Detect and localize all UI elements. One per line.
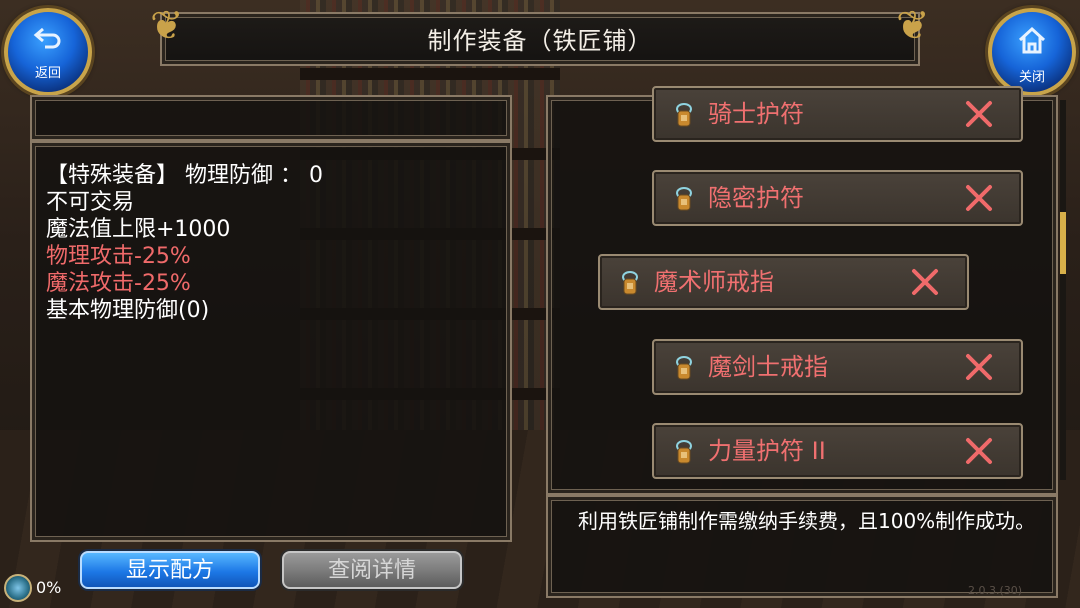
close-icon[interactable] <box>963 435 995 467</box>
ornament-left: ❦ <box>150 3 184 49</box>
recipe-name: 骑士护符 <box>708 100 804 128</box>
progress-text: 0% <box>36 578 62 597</box>
ring-icon <box>622 271 638 295</box>
ring-icon <box>676 356 692 380</box>
item-stat-line-negative: 魔法攻击-25% <box>46 271 191 296</box>
ornament-right: ❦ <box>896 3 930 49</box>
title-bar: 制作装备（铁匠铺） <box>160 12 920 66</box>
close-icon[interactable] <box>909 266 941 298</box>
amulet-icon <box>676 187 692 211</box>
version-text: 2.0.3.(30) <box>968 584 1023 597</box>
recipe-item[interactable]: 力量护符 II <box>652 423 1023 479</box>
recipe-item[interactable]: 骑士护符 <box>652 86 1023 142</box>
recipe-item-selected[interactable]: 魔术师戒指 <box>598 254 969 310</box>
recipe-scrollbar-track[interactable] <box>1060 100 1066 480</box>
close-icon[interactable] <box>963 351 995 383</box>
show-recipe-button[interactable]: 显示配方 <box>80 551 260 589</box>
item-stat-line-negative: 物理攻击-25% <box>46 244 191 269</box>
item-stat-line: 【特殊装备】 物理防御 ： 0 <box>46 163 323 188</box>
item-stat-line: 魔法值上限+1000 <box>46 217 231 242</box>
home-icon <box>992 26 1072 60</box>
amulet-icon <box>676 440 692 464</box>
close-icon[interactable] <box>963 182 995 214</box>
recipe-name: 魔术师戒指 <box>654 268 774 296</box>
progress-icon <box>4 574 32 602</box>
page-title: 制作装备（铁匠铺） <box>427 27 653 55</box>
recipe-item[interactable]: 魔剑士戒指 <box>652 339 1023 395</box>
back-arrow-icon <box>8 26 88 56</box>
info-text: 利用铁匠铺制作需缴纳手续费，且100%制作成功。 <box>578 509 1036 533</box>
recipe-scrollbar-thumb[interactable] <box>1060 212 1066 274</box>
item-stats: 【特殊装备】 物理防御 ： 0 不可交易 魔法值上限+1000 物理攻击-25%… <box>46 162 496 324</box>
close-button[interactable]: 关闭 <box>988 8 1076 96</box>
item-stat-line: 基本物理防御(0) <box>46 298 210 323</box>
close-button-label: 关闭 <box>1018 70 1045 85</box>
recipe-name: 魔剑士戒指 <box>708 353 828 381</box>
recipe-item[interactable]: 隐密护符 <box>652 170 1023 226</box>
back-button-label: 返回 <box>34 66 61 81</box>
item-header-panel <box>30 95 512 141</box>
back-button[interactable]: 返回 <box>4 8 92 96</box>
close-icon[interactable] <box>963 98 995 130</box>
item-stat-line: 不可交易 <box>46 190 135 215</box>
recipe-name: 力量护符 II <box>708 437 826 465</box>
view-detail-button[interactable]: 查阅详情 <box>282 551 462 589</box>
amulet-icon <box>676 103 692 127</box>
recipe-name: 隐密护符 <box>708 184 804 212</box>
